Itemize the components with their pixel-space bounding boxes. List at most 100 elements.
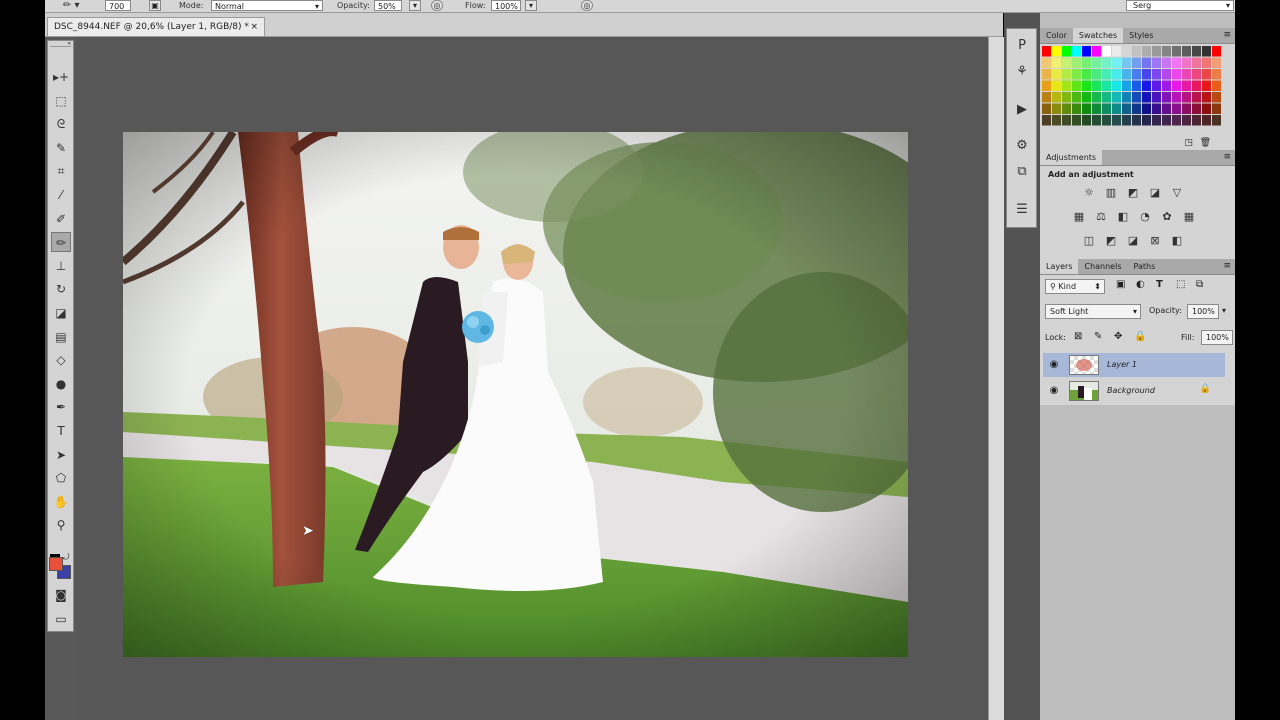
swatch[interactable] bbox=[1172, 57, 1181, 69]
swatch[interactable] bbox=[1132, 46, 1141, 57]
swatch[interactable] bbox=[1092, 57, 1101, 69]
swatch[interactable] bbox=[1172, 46, 1181, 57]
swatch[interactable] bbox=[1162, 80, 1171, 92]
adjustment-2-4-icon[interactable]: ◔ bbox=[1138, 211, 1152, 223]
layer-row[interactable]: ◉ Layer 1 bbox=[1043, 353, 1225, 377]
swatch[interactable] bbox=[1042, 103, 1051, 115]
swatch[interactable] bbox=[1182, 80, 1191, 92]
swatch[interactable] bbox=[1212, 103, 1221, 115]
lock-image-icon[interactable]: ✎ bbox=[1094, 331, 1102, 342]
pressure-opacity-icon[interactable]: ◎ bbox=[431, 0, 443, 11]
adjustment-3-1-icon[interactable]: ◫ bbox=[1082, 235, 1096, 247]
swatch[interactable] bbox=[1192, 92, 1201, 103]
tab-color[interactable]: Color bbox=[1040, 28, 1073, 43]
swatch[interactable] bbox=[1212, 46, 1221, 57]
swatch[interactable] bbox=[1082, 103, 1091, 115]
swatch[interactable] bbox=[1062, 103, 1071, 115]
adjustment-1-5-icon[interactable]: ▽ bbox=[1170, 187, 1184, 199]
swatch[interactable] bbox=[1092, 80, 1101, 92]
lock-transparent-icon[interactable]: ⊠ bbox=[1074, 331, 1082, 342]
swatch[interactable] bbox=[1202, 46, 1211, 57]
swatch[interactable] bbox=[1082, 80, 1091, 92]
swatch[interactable] bbox=[1192, 103, 1201, 115]
adjustment-2-6-icon[interactable]: ▦ bbox=[1182, 211, 1196, 223]
new-swatch-icon[interactable]: ◳ bbox=[1184, 138, 1193, 148]
actions-panel-icon[interactable]: ▶ bbox=[1011, 99, 1033, 121]
swatch[interactable] bbox=[1062, 80, 1071, 92]
blur-tool-icon[interactable]: ◇ bbox=[51, 350, 71, 370]
swatch[interactable] bbox=[1102, 115, 1111, 126]
swatch[interactable] bbox=[1172, 92, 1181, 103]
close-icon[interactable]: × bbox=[250, 18, 258, 36]
swatch[interactable] bbox=[1052, 80, 1061, 92]
swatch[interactable] bbox=[1042, 80, 1051, 92]
swatch[interactable] bbox=[1062, 115, 1071, 126]
swatch[interactable] bbox=[1212, 92, 1221, 103]
swatch[interactable] bbox=[1062, 57, 1071, 69]
swatch[interactable] bbox=[1142, 69, 1151, 80]
swatch[interactable] bbox=[1182, 92, 1191, 103]
shape-tool-icon[interactable]: ⬠ bbox=[51, 468, 71, 488]
layer-name[interactable]: Layer 1 bbox=[1107, 353, 1137, 377]
swatch[interactable] bbox=[1072, 80, 1081, 92]
swatch[interactable] bbox=[1142, 92, 1151, 103]
swatch[interactable] bbox=[1042, 115, 1051, 126]
foreground-color-swatch[interactable] bbox=[49, 557, 63, 571]
adjustments-dock-icon[interactable]: ☰ bbox=[1011, 199, 1033, 221]
lock-position-icon[interactable]: ✥ bbox=[1114, 331, 1122, 342]
panel-menu-icon[interactable]: ≡ bbox=[1223, 150, 1231, 165]
airbrush-icon[interactable]: ◎ bbox=[581, 0, 593, 11]
adjustment-1-2-icon[interactable]: ▥ bbox=[1104, 187, 1118, 199]
swatch[interactable] bbox=[1172, 69, 1181, 80]
swatch[interactable] bbox=[1152, 103, 1161, 115]
swap-colors-icon[interactable]: ⤾ bbox=[62, 553, 70, 563]
swatch[interactable] bbox=[1152, 46, 1161, 57]
swatch[interactable] bbox=[1042, 92, 1051, 103]
adjustment-1-4-icon[interactable]: ◪ bbox=[1148, 187, 1162, 199]
layer-fill-field[interactable]: 100% bbox=[1201, 330, 1233, 345]
swatch[interactable] bbox=[1162, 92, 1171, 103]
swatch[interactable] bbox=[1142, 80, 1151, 92]
swatch[interactable] bbox=[1202, 103, 1211, 115]
hand-tool-icon[interactable]: ✋ bbox=[51, 492, 71, 512]
swatch[interactable] bbox=[1142, 103, 1151, 115]
swatch-grid[interactable] bbox=[1042, 46, 1224, 134]
pen-tool-icon[interactable]: ✒ bbox=[51, 397, 71, 417]
clone-source-icon[interactable]: ⚙ bbox=[1011, 135, 1033, 157]
swatch[interactable] bbox=[1092, 92, 1101, 103]
document-tab[interactable]: DSC_8944.NEF @ 20,6% (Layer 1, RGB/8) * … bbox=[47, 17, 265, 36]
swatch[interactable] bbox=[1162, 69, 1171, 80]
type-tool-icon[interactable]: T bbox=[51, 421, 71, 441]
swatch[interactable] bbox=[1192, 69, 1201, 80]
swatch[interactable] bbox=[1082, 46, 1091, 57]
filter-smart-object-icon[interactable]: ⧉ bbox=[1196, 279, 1203, 290]
swatch[interactable] bbox=[1192, 115, 1201, 126]
swatch[interactable] bbox=[1202, 69, 1211, 80]
swatch[interactable] bbox=[1082, 57, 1091, 69]
opacity-dropdown-icon[interactable]: ▾ bbox=[409, 0, 421, 11]
swatch[interactable] bbox=[1212, 115, 1221, 126]
swatch[interactable] bbox=[1162, 46, 1171, 57]
swatch[interactable] bbox=[1072, 57, 1081, 69]
path-select-tool-icon[interactable]: ➤ bbox=[51, 445, 71, 465]
swatch[interactable] bbox=[1102, 80, 1111, 92]
swatch[interactable] bbox=[1082, 69, 1091, 80]
tab-adjustments[interactable]: Adjustments bbox=[1040, 150, 1103, 165]
crop-tool-icon[interactable]: ⌗ bbox=[51, 161, 71, 181]
adjustment-2-5-icon[interactable]: ✿ bbox=[1160, 211, 1174, 223]
swatch[interactable] bbox=[1112, 57, 1121, 69]
layer-row[interactable]: ◉ Background 🔒 bbox=[1043, 379, 1225, 403]
blend-mode-select[interactable]: Soft Light ▾ bbox=[1045, 304, 1141, 319]
swatch[interactable] bbox=[1142, 46, 1151, 57]
swatch[interactable] bbox=[1172, 80, 1181, 92]
marquee-tool-icon[interactable]: ⬚ bbox=[51, 91, 71, 111]
swatch[interactable] bbox=[1162, 57, 1171, 69]
swatch[interactable] bbox=[1102, 103, 1111, 115]
eyedropper-tool-icon[interactable]: ⁄ bbox=[51, 185, 71, 205]
swatch[interactable] bbox=[1142, 115, 1151, 126]
swatch[interactable] bbox=[1162, 103, 1171, 115]
swatch[interactable] bbox=[1182, 46, 1191, 57]
healing-brush-tool-icon[interactable]: ✐ bbox=[51, 209, 71, 229]
swatch[interactable] bbox=[1052, 46, 1061, 57]
swatch[interactable] bbox=[1132, 103, 1141, 115]
